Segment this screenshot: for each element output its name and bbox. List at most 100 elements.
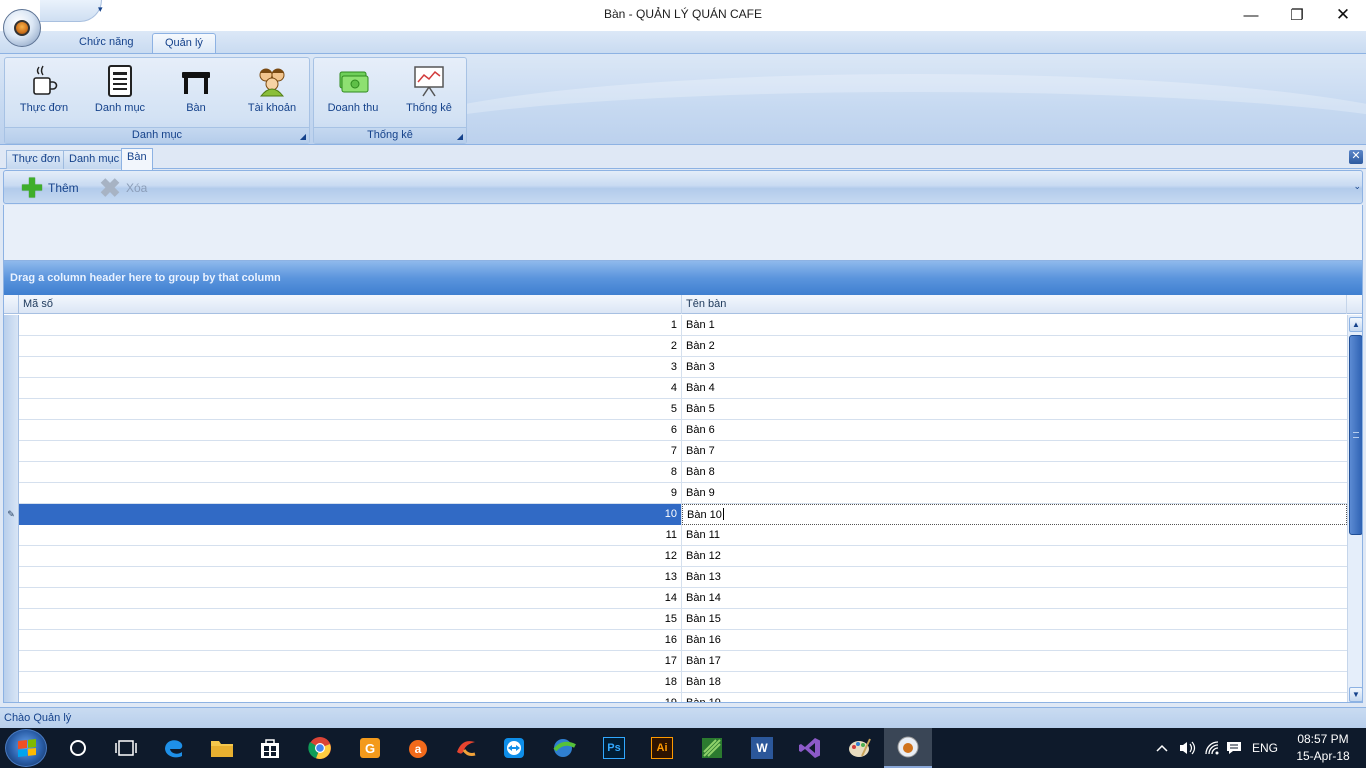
table-row[interactable]: 5 Bàn 5	[4, 399, 1347, 420]
illustrator-icon[interactable]: Ai	[638, 728, 686, 768]
cell-ten-ban[interactable]: Bàn 15	[682, 609, 1347, 630]
row-indicator[interactable]	[4, 399, 19, 420]
table-row[interactable]: 13 Bàn 13	[4, 567, 1347, 588]
table-button[interactable]: Bàn	[158, 62, 234, 126]
row-indicator[interactable]	[4, 651, 19, 672]
row-indicator[interactable]	[4, 588, 19, 609]
row-indicator[interactable]	[4, 441, 19, 462]
teamviewer-icon[interactable]	[490, 728, 538, 768]
start-button[interactable]	[5, 729, 47, 767]
app-green-icon[interactable]	[688, 728, 736, 768]
paint-icon[interactable]	[836, 728, 884, 768]
notifications-icon[interactable]	[1226, 728, 1242, 768]
table-row[interactable]: 11 Bàn 11	[4, 525, 1347, 546]
toolbar-overflow-icon[interactable]: ⌄	[1353, 181, 1361, 192]
doc-tab-thuc-don[interactable]: Thực đơn	[6, 150, 67, 169]
row-indicator[interactable]	[4, 420, 19, 441]
table-row[interactable]: 1 Bàn 1	[4, 315, 1347, 336]
row-indicator[interactable]	[4, 336, 19, 357]
row-indicator[interactable]	[4, 378, 19, 399]
table-row[interactable]: 6 Bàn 6	[4, 420, 1347, 441]
cell-ma-so[interactable]: 14	[19, 588, 682, 609]
dialog-launcher-icon[interactable]: ◢	[300, 132, 306, 141]
chrome-icon[interactable]	[296, 728, 344, 768]
row-indicator[interactable]	[4, 609, 19, 630]
add-button[interactable]: ✚ Thêm	[20, 175, 79, 201]
cell-ten-ban[interactable]: Bàn 13	[682, 567, 1347, 588]
dialog-launcher-icon[interactable]: ◢	[457, 132, 463, 141]
store-icon[interactable]	[246, 728, 294, 768]
volume-icon[interactable]	[1178, 728, 1196, 768]
delete-button[interactable]: ✖ Xóa	[98, 175, 147, 201]
cell-ten-ban[interactable]: Bàn 5	[682, 399, 1347, 420]
cell-ten-ban[interactable]: Bàn 10	[682, 504, 1347, 525]
cell-ten-ban[interactable]: Bàn 7	[682, 441, 1347, 462]
cell-ma-so[interactable]: 15	[19, 609, 682, 630]
cell-ma-so[interactable]: 18	[19, 672, 682, 693]
scroll-down-icon[interactable]: ▼	[1349, 687, 1362, 702]
restore-button[interactable]: ❐	[1274, 0, 1320, 30]
system-clock[interactable]: 08:57 PM 15-Apr-18	[1288, 731, 1358, 765]
row-indicator[interactable]	[4, 462, 19, 483]
cell-ma-so[interactable]: 8	[19, 462, 682, 483]
cell-ma-so[interactable]: 13	[19, 567, 682, 588]
doc-tab-danh-muc[interactable]: Danh mục	[63, 150, 126, 169]
cell-ten-ban[interactable]: Bàn 18	[682, 672, 1347, 693]
application-menu-button[interactable]	[3, 9, 41, 47]
show-hidden-icons-icon[interactable]	[1156, 728, 1168, 768]
close-button[interactable]: ✕	[1320, 0, 1366, 30]
cell-ma-so[interactable]: 4	[19, 378, 682, 399]
table-row[interactable]: 9 Bàn 9	[4, 483, 1347, 504]
cell-ma-so[interactable]: 19	[19, 693, 682, 702]
minimize-button[interactable]: —	[1228, 0, 1274, 30]
cell-ma-so[interactable]: 11	[19, 525, 682, 546]
cell-ten-ban[interactable]: Bàn 2	[682, 336, 1347, 357]
photoshop-icon[interactable]: Ps	[590, 728, 638, 768]
table-row[interactable]: 16 Bàn 16	[4, 630, 1347, 651]
row-indicator[interactable]	[4, 546, 19, 567]
cell-ten-ban[interactable]: Bàn 16	[682, 630, 1347, 651]
column-header-ma-so[interactable]: Mã số	[19, 295, 682, 314]
close-document-icon[interactable]: ✕	[1349, 150, 1363, 164]
row-indicator[interactable]	[4, 315, 19, 336]
avast-icon[interactable]: a	[394, 728, 442, 768]
word-icon[interactable]: W	[738, 728, 786, 768]
statistics-button[interactable]: Thống kê	[391, 62, 467, 126]
row-indicator[interactable]	[4, 567, 19, 588]
scroll-up-icon[interactable]: ▲	[1349, 317, 1362, 332]
foxit-pdf-icon[interactable]: G	[346, 728, 394, 768]
input-language[interactable]: ENG	[1252, 728, 1278, 768]
table-row[interactable]: 17 Bàn 17	[4, 651, 1347, 672]
cell-ten-ban[interactable]: Bàn 19	[682, 693, 1347, 702]
cell-ten-ban[interactable]: Bàn 4	[682, 378, 1347, 399]
cafe-app-icon[interactable]	[884, 728, 932, 768]
file-explorer-icon[interactable]	[198, 728, 246, 768]
table-row[interactable]: 15 Bàn 15	[4, 609, 1347, 630]
cell-ten-ban[interactable]: Bàn 6	[682, 420, 1347, 441]
row-indicator[interactable]	[4, 525, 19, 546]
menu-button[interactable]: Thực đơn	[6, 62, 82, 126]
table-row[interactable]: 7 Bàn 7	[4, 441, 1347, 462]
visual-studio-icon[interactable]	[786, 728, 834, 768]
row-indicator[interactable]	[4, 630, 19, 651]
row-indicator[interactable]	[4, 672, 19, 693]
cell-ten-ban[interactable]: Bàn 9	[682, 483, 1347, 504]
wifi-icon[interactable]	[1204, 728, 1220, 768]
account-button[interactable]: Tài khoản	[234, 62, 310, 126]
app-swirl-icon[interactable]	[442, 728, 490, 768]
group-by-panel[interactable]: Drag a column header here to group by th…	[4, 261, 1362, 295]
cell-ma-so[interactable]: 1	[19, 315, 682, 336]
cell-ten-ban[interactable]: Bàn 17	[682, 651, 1347, 672]
cell-ma-so[interactable]: 7	[19, 441, 682, 462]
edge-icon[interactable]	[150, 728, 198, 768]
table-row[interactable]: 8 Bàn 8	[4, 462, 1347, 483]
cell-ten-ban[interactable]: Bàn 12	[682, 546, 1347, 567]
row-indicator[interactable]: ✎	[4, 504, 19, 525]
cell-ten-ban[interactable]: Bàn 14	[682, 588, 1347, 609]
cell-ten-ban[interactable]: Bàn 1	[682, 315, 1347, 336]
cell-ma-so[interactable]: 9	[19, 483, 682, 504]
table-row[interactable]: 18 Bàn 18	[4, 672, 1347, 693]
network-app-icon[interactable]	[540, 728, 588, 768]
ribbon-tab-chuc-nang[interactable]: Chức năng	[67, 33, 145, 53]
table-row[interactable]: 14 Bàn 14	[4, 588, 1347, 609]
